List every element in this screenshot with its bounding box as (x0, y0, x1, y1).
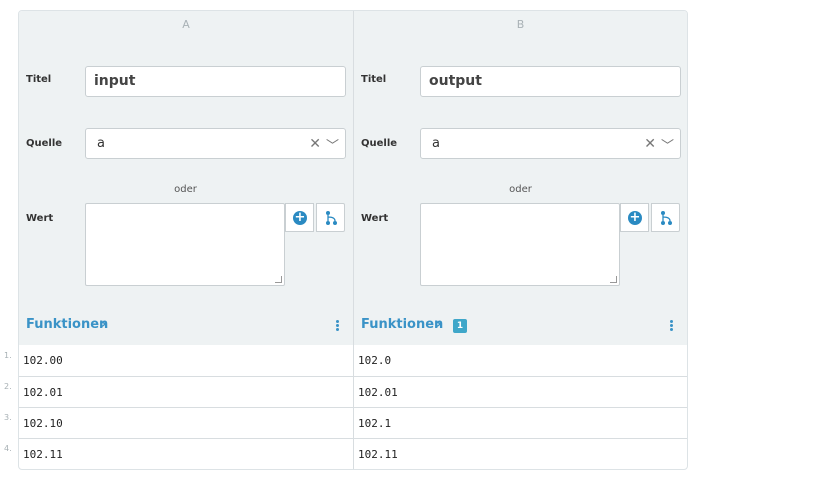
row-number: 4. (4, 444, 12, 453)
quelle-value: a (97, 136, 105, 151)
titel-input[interactable]: output (420, 66, 681, 97)
table-cell[interactable]: 102.1 (354, 407, 687, 438)
close-icon[interactable]: ✕ (309, 136, 321, 152)
table-cell[interactable]: 102.10 (19, 407, 353, 438)
table-cell[interactable]: 102.01 (354, 376, 687, 407)
branch-button[interactable] (651, 203, 680, 232)
chevron-down-icon[interactable]: ﹀ (661, 135, 674, 154)
table-cell[interactable]: 102.11 (354, 438, 687, 469)
plus-circle-icon: + (628, 210, 642, 225)
column-a: A Titel input Quelle a ✕ ﹀ oder Wert + F… (19, 11, 353, 469)
quelle-select[interactable]: a ✕ ﹀ (420, 128, 681, 159)
quelle-value: a (432, 136, 440, 151)
table-cell[interactable]: 102.11 (19, 438, 353, 469)
row-number: 1. (4, 351, 12, 360)
wert-label: Wert (26, 213, 54, 224)
titel-input[interactable]: input (85, 66, 346, 97)
add-value-button[interactable]: + (285, 203, 314, 232)
oder-label: oder (174, 184, 197, 195)
column-letter: A (182, 18, 190, 31)
wert-textarea[interactable] (420, 203, 620, 286)
table-cell[interactable]: 102.0 (354, 345, 687, 376)
resize-grip-icon[interactable] (275, 276, 282, 283)
row-number: 2. (4, 382, 12, 391)
chevron-down-icon[interactable]: ﹀ (326, 135, 339, 154)
titel-label: Titel (26, 74, 52, 85)
funktionen-count-badge: 1 (453, 319, 467, 333)
oder-label: oder (509, 184, 532, 195)
column-letter: B (516, 18, 525, 31)
titel-label: Titel (361, 74, 387, 85)
branch-button[interactable] (316, 203, 345, 232)
close-icon[interactable]: ✕ (644, 136, 656, 152)
wert-label: Wert (361, 213, 389, 224)
funktionen-toggle[interactable]: Funktionen (26, 317, 108, 332)
add-value-button[interactable]: + (620, 203, 649, 232)
table-cell[interactable]: 102.00 (19, 345, 353, 376)
data-table: A Titel input Quelle a ✕ ﹀ oder Wert + F… (18, 10, 688, 470)
kebab-menu-icon[interactable] (336, 320, 339, 331)
branch-icon (326, 211, 337, 225)
kebab-menu-icon[interactable] (670, 320, 673, 331)
branch-icon (661, 211, 672, 225)
table-cell[interactable]: 102.01 (19, 376, 353, 407)
funktionen-toggle[interactable]: Funktionen (361, 317, 443, 332)
resize-grip-icon[interactable] (610, 276, 617, 283)
chevron-right-icon[interactable]: › (101, 317, 106, 332)
chevron-right-icon[interactable]: › (436, 317, 441, 332)
quelle-label: Quelle (26, 138, 63, 149)
quelle-label: Quelle (361, 138, 398, 149)
plus-circle-icon: + (293, 210, 307, 225)
column-b: B Titel output Quelle a ✕ ﹀ oder Wert + … (353, 11, 687, 469)
wert-textarea[interactable] (85, 203, 285, 286)
quelle-select[interactable]: a ✕ ﹀ (85, 128, 346, 159)
row-number: 3. (4, 413, 12, 422)
